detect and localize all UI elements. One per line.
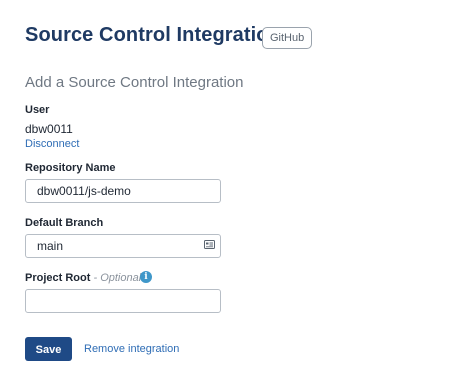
user-value: dbw0011 — [25, 122, 73, 136]
optional-label: - Optional — [93, 272, 142, 284]
list-card-icon — [204, 240, 215, 249]
provider-badge: GitHub — [262, 27, 313, 49]
repository-name-label: Repository Name — [25, 162, 116, 174]
repository-name-value: dbw0011/js-demo — [37, 184, 131, 198]
user-label: User — [25, 104, 50, 116]
remove-integration-link[interactable]: Remove integration — [84, 343, 179, 355]
page-title: Source Control Integration — [25, 24, 281, 46]
repository-name-input[interactable]: dbw0011/js-demo — [25, 179, 221, 203]
default-branch-label: Default Branch — [25, 217, 104, 229]
disconnect-link[interactable]: Disconnect — [25, 138, 79, 150]
default-branch-input[interactable]: main — [25, 234, 221, 258]
save-button[interactable]: Save — [25, 337, 72, 361]
info-icon[interactable]: i — [140, 271, 152, 283]
project-root-label-text: Project Root — [25, 272, 91, 284]
project-root-input[interactable] — [25, 289, 221, 313]
default-branch-value: main — [37, 239, 64, 253]
form-subtitle: Add a Source Control Integration — [25, 74, 244, 91]
project-root-label: Project Root - Optional — [25, 272, 141, 284]
